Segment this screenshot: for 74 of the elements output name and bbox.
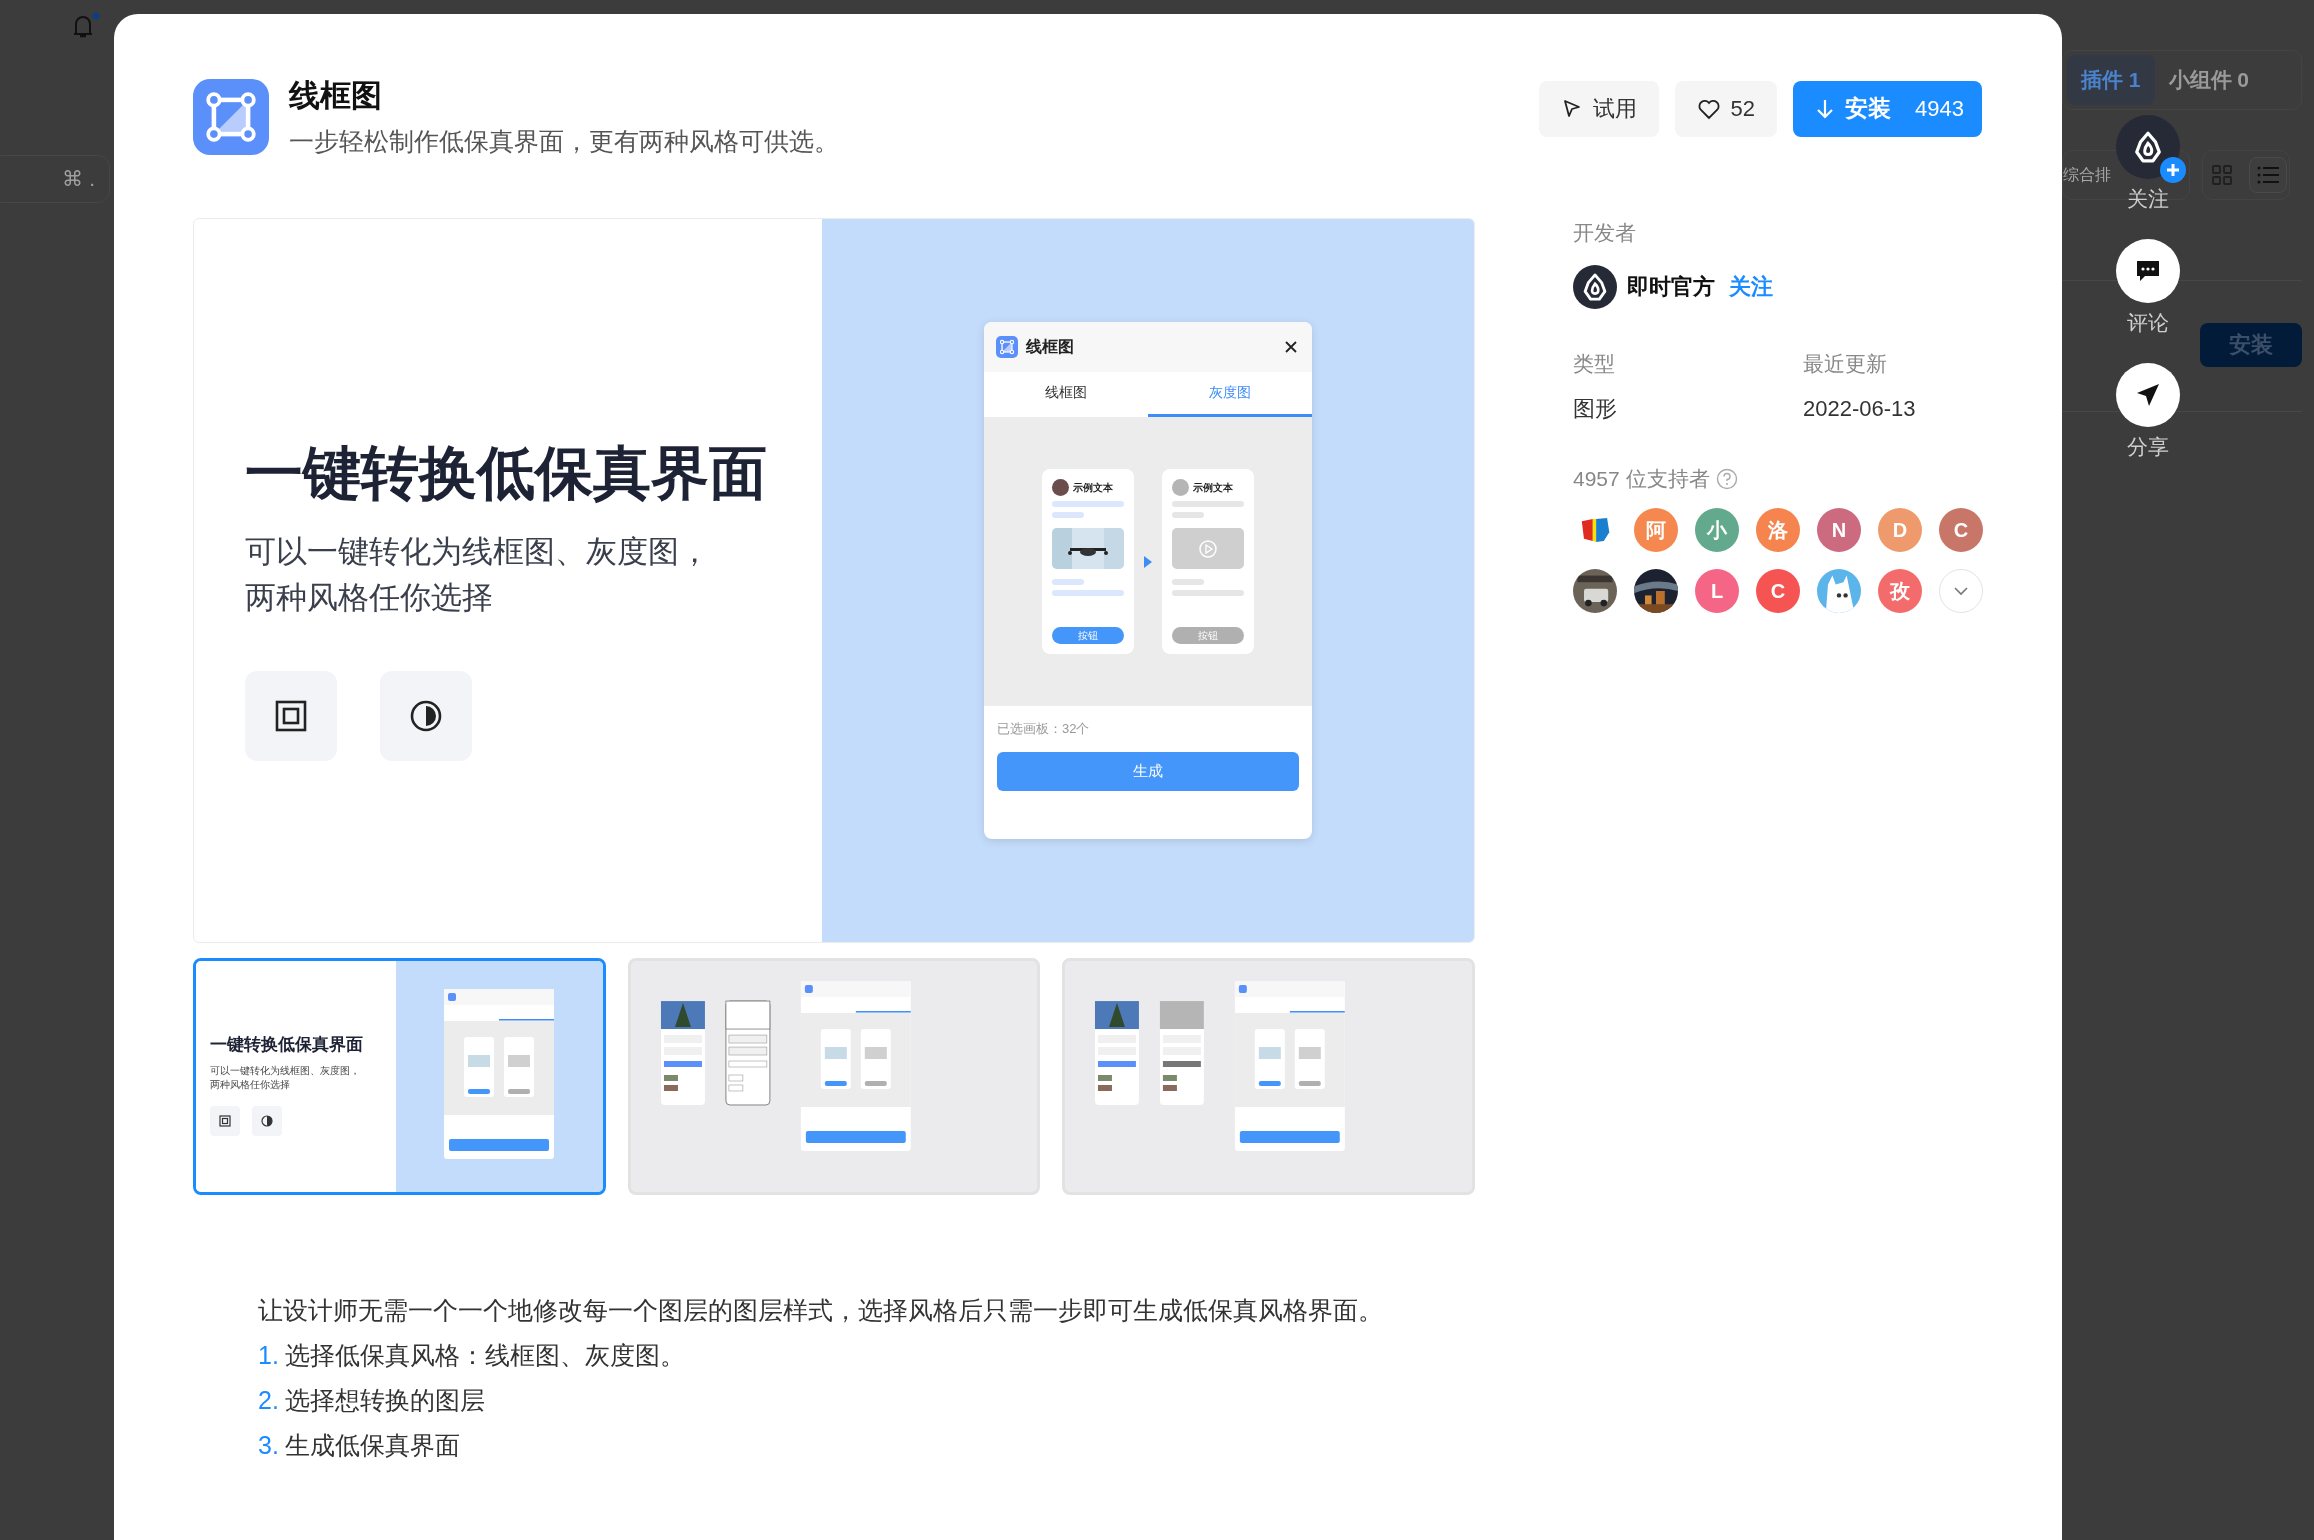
step-text: 选择低保真风格：线框图、灰度图。 <box>284 1340 685 1371</box>
developer-name: 即时官方 <box>1627 273 1715 301</box>
comment-action[interactable]: 评论 <box>2116 239 2180 337</box>
expand-icon[interactable] <box>1939 569 1983 613</box>
developer-logo <box>1573 265 1617 309</box>
share-action[interactable]: 分享 <box>2116 363 2180 461</box>
sample-text: 示例文本 <box>1073 480 1113 495</box>
image-placeholder <box>1172 528 1244 569</box>
avatar <box>1172 479 1189 496</box>
avatar <box>1052 479 1069 496</box>
plus-icon <box>2160 157 2186 183</box>
contrast-icon <box>380 671 472 761</box>
category-tab[interactable]: 插件 1 <box>2067 55 2155 105</box>
thumbnail-text: 可以一键转化为线框图、灰度图， <box>210 1064 361 1078</box>
sample-button[interactable]: 按钮 <box>1052 627 1124 644</box>
preview-text: 两种风格任你选择 <box>245 579 494 617</box>
avatar: N <box>1817 508 1861 552</box>
type-value: 图形 <box>1573 395 1618 423</box>
placeholder-line <box>1052 579 1085 585</box>
plugin-icon <box>996 336 1018 358</box>
thumbnail-heading: 一键转换低保真界面 <box>210 1034 364 1056</box>
plugin-subtitle: 一步轻松制作低保真界面，更有两种风格可供选。 <box>289 126 839 157</box>
dialog-tab[interactable]: 灰度图 <box>1148 372 1312 417</box>
try-button[interactable]: 试用 <box>1538 80 1659 137</box>
shortcut-hint: ⌘ . <box>62 167 95 191</box>
description-text: 让设计师无需一个一个地修改每一个图层的图层样式，选择风格后只需一步即可生成低保真风格界面。 <box>258 1295 1384 1326</box>
like-button[interactable]: 52 <box>1674 80 1778 137</box>
avatar: 阿 <box>1634 508 1678 552</box>
dialog-title: 线框图 <box>1026 336 1074 357</box>
install-button[interactable]: 安装 4943 <box>1793 80 1982 137</box>
step-number: 2. <box>258 1385 279 1416</box>
sample-text: 示例文本 <box>1193 480 1233 495</box>
thumbnail[interactable]: 一键转换低保真界面 可以一键转化为线框图、灰度图， 两种风格任你选择 <box>193 958 606 1195</box>
placeholder-line <box>1052 512 1085 518</box>
category-tab[interactable]: 小组件 0 <box>2154 55 2264 105</box>
plugin-title: 线框图 <box>289 77 383 115</box>
avatar: 小 <box>1695 508 1739 552</box>
preview-text: 可以一键转化为线框图、灰度图， <box>245 533 711 571</box>
plugin-icon <box>193 78 269 155</box>
placeholder-line <box>1052 501 1124 507</box>
generate-button[interactable]: 生成 <box>997 752 1299 791</box>
placeholder-line <box>1052 590 1124 596</box>
selection-count: 已选画板：32个 <box>997 720 1091 738</box>
avatar: L <box>1695 569 1739 613</box>
placeholder-line <box>1172 501 1244 507</box>
avatar: 孜 <box>1878 569 1922 613</box>
search-field[interactable]: ⌘ . <box>0 155 110 203</box>
avatar: 洛 <box>1756 508 1800 552</box>
contrast-icon <box>252 1106 282 1136</box>
avatar: D <box>1878 508 1922 552</box>
list-view-icon[interactable] <box>2249 157 2287 193</box>
placeholder-line <box>1172 512 1205 518</box>
avatar: C <box>1939 508 1983 552</box>
arrow-icon <box>1144 555 1152 568</box>
preview-heading: 一键转换低保真界面 <box>245 439 768 507</box>
step-text: 生成低保真界面 <box>284 1430 460 1461</box>
developer-label: 开发者 <box>1573 220 1637 246</box>
updated-label: 最近更新 <box>1803 351 1888 377</box>
updated-date: 2022-06-13 <box>1803 395 1917 423</box>
step-text: 选择想转换的图层 <box>284 1385 485 1416</box>
sample-button[interactable]: 按钮 <box>1172 627 1244 644</box>
thumbnail-text: 两种风格任你选择 <box>210 1078 291 1092</box>
step-number: 1. <box>258 1340 279 1371</box>
avatar: C <box>1756 569 1800 613</box>
follow-link[interactable]: 关注 <box>1729 272 1773 302</box>
placeholder-line <box>1172 579 1205 585</box>
supporters-count: 4957 位支持者 <box>1573 466 1710 492</box>
frame-icon <box>245 671 337 761</box>
step-number: 3. <box>258 1430 279 1461</box>
frame-icon <box>210 1106 240 1136</box>
heart-icon <box>1696 97 1721 120</box>
help-icon[interactable] <box>1715 468 1738 490</box>
placeholder-line <box>1172 590 1244 596</box>
type-label: 类型 <box>1573 351 1616 377</box>
